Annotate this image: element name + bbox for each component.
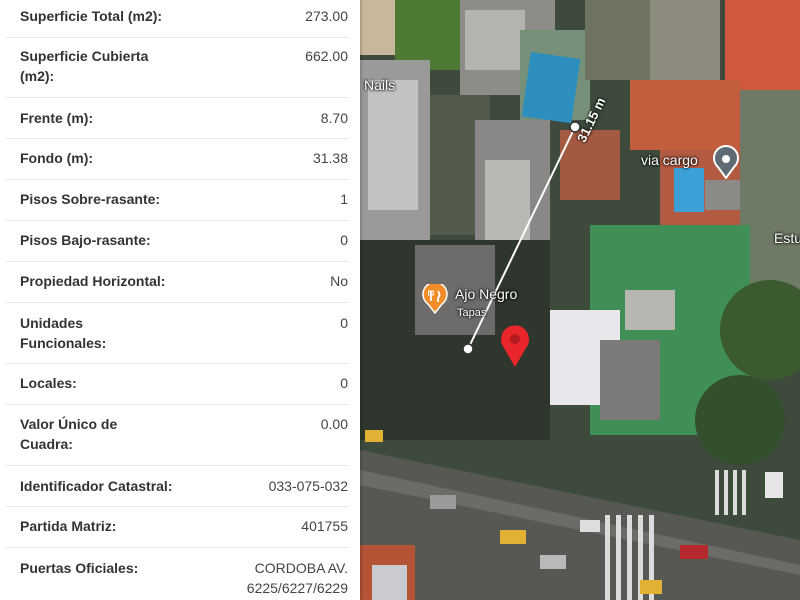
valor-unico-label: Valor Único de Cuadra:: [20, 416, 118, 452]
row-frente: Frente (m): 8.70: [6, 98, 348, 139]
row-pisos-bajo: Pisos Bajo-rasante: 0: [6, 221, 348, 262]
puertas-oficiales-value: CORDOBA AV. 6225/6227/6229: [246, 560, 348, 596]
place-marker-icon[interactable]: [712, 145, 740, 179]
row-pisos-sobre: Pisos Sobre-rasante: 1: [6, 180, 348, 221]
propiedad-horizontal-value: No: [330, 273, 348, 289]
pisos-sobre-value: 1: [340, 191, 348, 207]
measure-endpoint-bottom[interactable]: [462, 343, 474, 355]
valor-unico-value: 0.00: [320, 416, 348, 432]
pisos-bajo-label: Pisos Bajo-rasante:: [20, 232, 151, 248]
row-fondo: Fondo (m): 31.38: [6, 139, 348, 180]
row-partida-matriz: Partida Matriz: 401755: [6, 507, 348, 548]
frente-value: 8.70: [320, 110, 348, 126]
row-propiedad-horizontal: Propiedad Horizontal: No: [6, 262, 348, 303]
label-nails[interactable]: Nails: [364, 77, 395, 93]
identificador-catastral-value: 033-075-032: [268, 478, 348, 494]
identificador-catastral-label: Identificador Catastral:: [20, 478, 173, 494]
unidades-funcionales-label: Unidades Funcionales:: [20, 315, 107, 351]
label-via-cargo[interactable]: via cargo: [641, 152, 698, 168]
satellite-map[interactable]: 31.15 m Nails via cargo Ajo Negro Tapas …: [360, 0, 800, 600]
label-ajo-negro-category: Tapas: [457, 307, 487, 319]
label-ajo-negro[interactable]: Ajo Negro: [455, 286, 517, 302]
label-estu[interactable]: Estu: [774, 230, 800, 246]
row-valor-unico: Valor Único de Cuadra: 0.00: [6, 405, 348, 466]
row-identificador-catastral: Identificador Catastral: 033-075-032: [6, 466, 348, 507]
superficie-total-label: Superficie Total (m2):: [20, 8, 163, 24]
superficie-cubierta-value: 662.00: [305, 48, 348, 64]
superficie-cubierta-label: Superficie Cubierta (m2):: [20, 48, 149, 84]
pisos-sobre-label: Pisos Sobre-rasante:: [20, 191, 161, 207]
row-superficie-cubierta: Superficie Cubierta (m2): 662.00: [6, 38, 348, 98]
unidades-funcionales-value: 0: [340, 315, 348, 331]
locales-value: 0: [340, 375, 348, 391]
partida-matriz-value: 401755: [301, 518, 348, 534]
row-unidades-funcionales: Unidades Funcionales: 0: [6, 303, 348, 364]
fondo-label: Fondo (m):: [20, 150, 94, 166]
superficie-total-value: 273.00: [305, 8, 348, 24]
row-superficie-total: Superficie Total (m2): 273.00: [6, 0, 348, 38]
map-pin-icon[interactable]: [499, 324, 531, 368]
pisos-bajo-value: 0: [340, 232, 348, 248]
row-locales: Locales: 0: [6, 364, 348, 405]
propiedad-horizontal-label: Propiedad Horizontal:: [20, 273, 166, 289]
puertas-oficiales-label: Puertas Oficiales:: [20, 560, 139, 576]
frente-label: Frente (m):: [20, 110, 94, 126]
parcel-details-panel: Superficie Total (m2): 273.00 Superficie…: [0, 0, 360, 600]
fondo-value: 31.38: [312, 150, 348, 166]
partida-matriz-label: Partida Matriz:: [20, 518, 117, 534]
fork-knife-icon[interactable]: [422, 284, 448, 314]
row-puertas-oficiales: Puertas Oficiales: CORDOBA AV. 6225/6227/…: [6, 548, 348, 600]
locales-label: Locales:: [20, 375, 77, 391]
